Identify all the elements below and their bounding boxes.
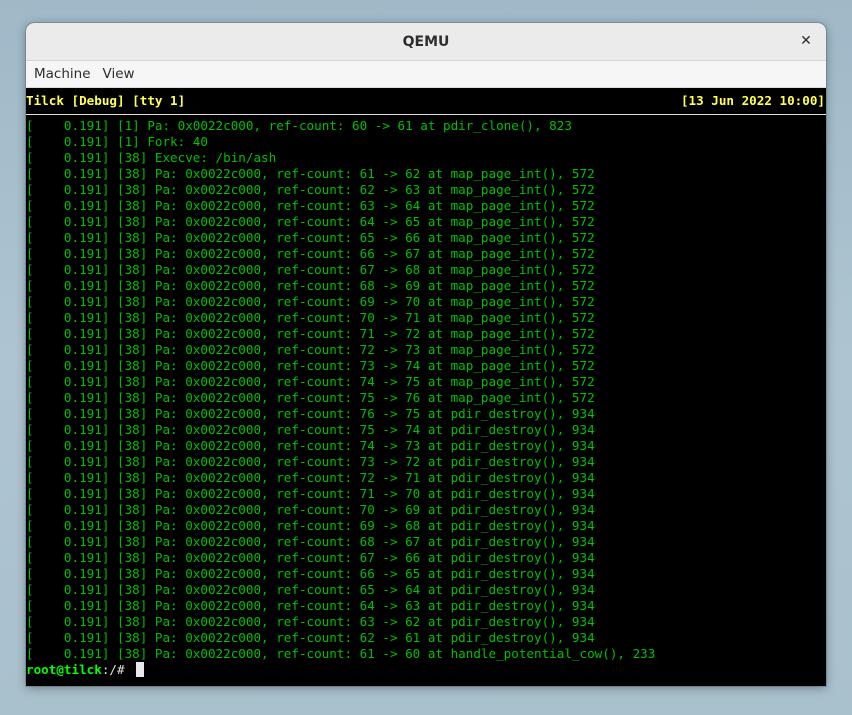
log-line: [ 0.191] [38] Pa: 0x0022c000, ref-count:… — [26, 486, 595, 501]
log-line: [ 0.191] [38] Pa: 0x0022c000, ref-count:… — [26, 246, 595, 261]
log-line: [ 0.191] [38] Pa: 0x0022c000, ref-count:… — [26, 518, 595, 533]
log-line: [ 0.191] [38] Pa: 0x0022c000, ref-count:… — [26, 166, 595, 181]
log-line: [ 0.191] [38] Pa: 0x0022c000, ref-count:… — [26, 582, 595, 597]
log-line: [ 0.191] [38] Pa: 0x0022c000, ref-count:… — [26, 534, 595, 549]
log-line: [ 0.191] [1] Fork: 40 — [26, 134, 208, 149]
prompt-path: :/# — [101, 662, 133, 677]
shell-prompt[interactable]: root@tilck:/# — [26, 662, 145, 678]
log-line: [ 0.191] [38] Pa: 0x0022c000, ref-count:… — [26, 630, 595, 645]
log-line: [ 0.191] [38] Pa: 0x0022c000, ref-count:… — [26, 454, 595, 469]
log-line: [ 0.191] [38] Pa: 0x0022c000, ref-count:… — [26, 374, 595, 389]
text-cursor — [136, 662, 145, 677]
window-title: QEMU — [402, 33, 450, 50]
menu-machine[interactable]: Machine — [29, 66, 96, 82]
menu-bar: Machine View — [26, 61, 826, 88]
log-line: [ 0.191] [38] Pa: 0x0022c000, ref-count:… — [26, 550, 595, 565]
log-line: [ 0.191] [38] Pa: 0x0022c000, ref-count:… — [26, 342, 595, 357]
terminal-screen[interactable]: Tilck [Debug] [tty 1] [13 Jun 2022 10:00… — [26, 88, 826, 686]
log-line: [ 0.191] [38] Pa: 0x0022c000, ref-count:… — [26, 198, 595, 213]
tty-header: Tilck [Debug] [tty 1] — [26, 93, 186, 108]
log-line: [ 0.191] [38] Pa: 0x0022c000, ref-count:… — [26, 614, 595, 629]
qemu-window: QEMU ✕ Machine View Tilck [Debug] [tty 1… — [26, 23, 826, 686]
terminal-status-bar: Tilck [Debug] [tty 1] [13 Jun 2022 10:00… — [26, 93, 826, 109]
prompt-user: root@tilck — [26, 662, 102, 677]
log-line: [ 0.191] [38] Execve: /bin/ash — [26, 150, 277, 165]
title-bar[interactable]: QEMU ✕ — [26, 23, 826, 61]
clock-header: [13 Jun 2022 10:00] — [680, 93, 825, 108]
log-line: [ 0.191] [38] Pa: 0x0022c000, ref-count:… — [26, 182, 595, 197]
log-line: [ 0.191] [38] Pa: 0x0022c000, ref-count:… — [26, 214, 595, 229]
log-line: [ 0.191] [38] Pa: 0x0022c000, ref-count:… — [26, 566, 595, 581]
log-line: [ 0.191] [38] Pa: 0x0022c000, ref-count:… — [26, 310, 595, 325]
log-line: [ 0.191] [38] Pa: 0x0022c000, ref-count:… — [26, 326, 595, 341]
log-line: [ 0.191] [38] Pa: 0x0022c000, ref-count:… — [26, 598, 595, 613]
kernel-log: [ 0.191] [1] Pa: 0x0022c000, ref-count: … — [26, 118, 826, 662]
log-line: [ 0.191] [1] Pa: 0x0022c000, ref-count: … — [26, 118, 572, 133]
log-line: [ 0.191] [38] Pa: 0x0022c000, ref-count:… — [26, 230, 595, 245]
log-line: [ 0.191] [38] Pa: 0x0022c000, ref-count:… — [26, 406, 595, 421]
log-line: [ 0.191] [38] Pa: 0x0022c000, ref-count:… — [26, 438, 595, 453]
close-icon[interactable]: ✕ — [797, 32, 815, 50]
log-line: [ 0.191] [38] Pa: 0x0022c000, ref-count:… — [26, 422, 595, 437]
log-line: [ 0.191] [38] Pa: 0x0022c000, ref-count:… — [26, 358, 595, 373]
log-line: [ 0.191] [38] Pa: 0x0022c000, ref-count:… — [26, 646, 656, 661]
log-line: [ 0.191] [38] Pa: 0x0022c000, ref-count:… — [26, 294, 595, 309]
status-separator — [26, 114, 826, 115]
log-line: [ 0.191] [38] Pa: 0x0022c000, ref-count:… — [26, 390, 595, 405]
menu-view[interactable]: View — [98, 66, 140, 82]
log-line: [ 0.191] [38] Pa: 0x0022c000, ref-count:… — [26, 262, 595, 277]
log-line: [ 0.191] [38] Pa: 0x0022c000, ref-count:… — [26, 502, 595, 517]
log-line: [ 0.191] [38] Pa: 0x0022c000, ref-count:… — [26, 278, 595, 293]
log-line: [ 0.191] [38] Pa: 0x0022c000, ref-count:… — [26, 470, 595, 485]
